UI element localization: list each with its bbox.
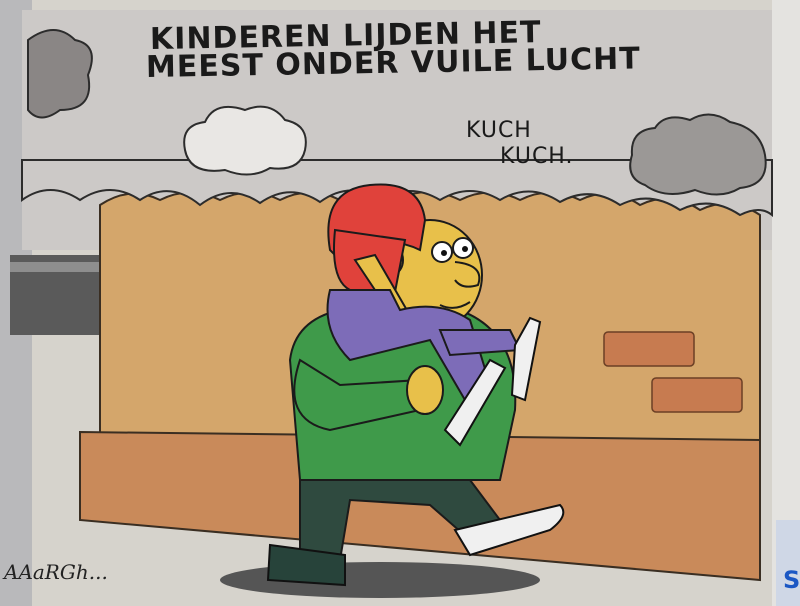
man-eye [462,246,468,252]
cloud-left-edge [27,29,93,119]
artist-signature: AAaRGh... [4,560,108,584]
cough-text-1: KUCH [466,118,532,143]
brick [603,331,695,367]
child-pants-right-leg [438,329,522,357]
brick [651,377,743,413]
adjacent-page-letter: S [783,566,800,594]
man-eye [441,250,447,256]
right-page-margin [772,0,800,606]
man-hand [406,365,444,415]
comic-panel [0,0,800,606]
street-line [10,262,105,272]
cough-text-2: KUCH. [500,144,574,169]
